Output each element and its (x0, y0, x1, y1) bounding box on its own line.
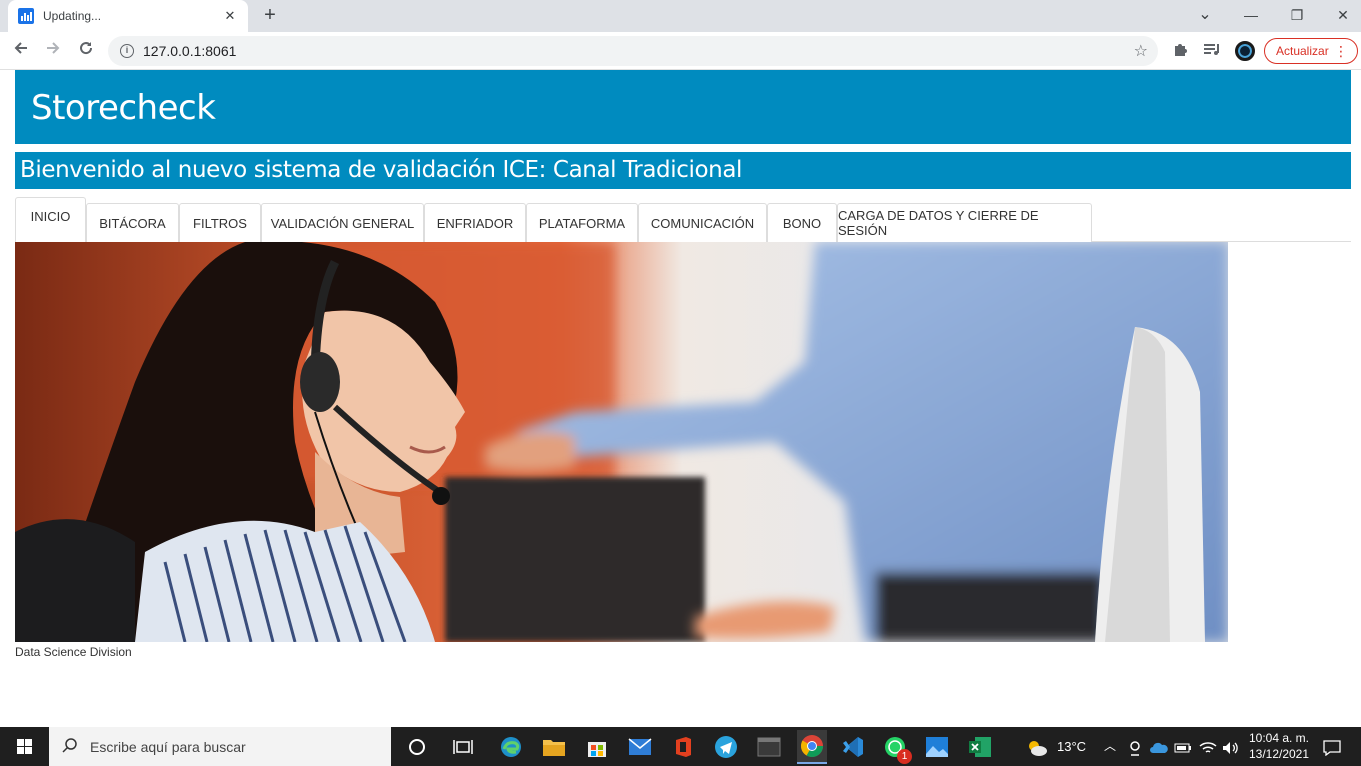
wifi-icon[interactable] (1199, 727, 1217, 766)
tray-meet-icon[interactable] (1128, 727, 1142, 766)
address-bar[interactable]: i 127.0.0.1:8061 ☆ (108, 36, 1158, 66)
reload-icon[interactable] (73, 38, 99, 64)
hero-image (15, 242, 1228, 642)
new-tab-button[interactable]: + (258, 4, 282, 28)
file-explorer-icon[interactable] (541, 734, 567, 760)
store-icon[interactable] (584, 734, 610, 760)
update-chrome-button[interactable]: Actualizar ⋮ (1264, 38, 1358, 64)
taskbar-clock[interactable]: 10:04 a. m. 13/12/2021 (1246, 730, 1312, 762)
whatsapp-icon[interactable]: 1 (882, 734, 912, 764)
tab-close-icon[interactable]: ✕ (222, 8, 238, 24)
tab-search-icon[interactable]: ⌄ (1182, 0, 1228, 32)
tray-chevron-icon[interactable]: ︿ (1104, 727, 1116, 766)
photos-icon[interactable] (924, 734, 950, 760)
browser-toolbar: i 127.0.0.1:8061 ☆ Actualizar ⋮ (0, 32, 1361, 70)
terminal-icon[interactable] (756, 734, 782, 760)
onedrive-icon[interactable] (1150, 727, 1168, 766)
weather-temp[interactable]: 13°C (1057, 727, 1086, 766)
tab-inicio[interactable]: INICIO (15, 197, 86, 242)
restore-button[interactable]: ❐ (1274, 0, 1320, 32)
site-info-icon[interactable]: i (120, 44, 134, 58)
telegram-icon[interactable] (713, 734, 739, 760)
windows-taskbar: Escribe aquí para buscar 1 13°C ︿ 10:04 … (0, 727, 1361, 766)
extensions-puzzle-icon[interactable] (1170, 41, 1190, 61)
excel-icon[interactable] (967, 734, 993, 760)
dash-favicon-icon (18, 8, 34, 24)
browser-tab[interactable]: Updating... ✕ (8, 0, 248, 32)
whatsapp-badge: 1 (897, 749, 912, 764)
forward-arrow-icon[interactable] (40, 38, 66, 64)
browser-tabstrip: Updating... ✕ + ⌄ — ❐ ✕ (0, 0, 1361, 32)
chrome-taskbar-icon[interactable] (797, 730, 827, 764)
mail-icon[interactable] (627, 734, 653, 760)
taskbar-search[interactable]: Escribe aquí para buscar (49, 727, 391, 766)
edge-icon[interactable] (498, 734, 524, 760)
tab-validacion-general[interactable]: VALIDACIÓN GENERAL (261, 203, 424, 242)
app-title: Storecheck (31, 88, 216, 128)
search-icon (62, 737, 78, 757)
tab-bono[interactable]: BONO (767, 203, 837, 242)
tab-carga-datos[interactable]: CARGA DE DATOS Y CIERRE DE SESIÓN (837, 203, 1092, 242)
menu-kebab-icon[interactable]: ⋮ (1334, 42, 1348, 60)
nav-tabs: INICIO BITÁCORA FILTROS VALIDACIÓN GENER… (15, 197, 1351, 242)
battery-icon[interactable] (1174, 727, 1192, 766)
tab-bitacora[interactable]: BITÁCORA (86, 203, 179, 242)
cortana-icon[interactable] (404, 734, 430, 760)
notification-icon[interactable] (1323, 727, 1341, 766)
minimize-button[interactable]: — (1228, 0, 1274, 32)
browser-tab-title: Updating... (43, 9, 102, 23)
back-arrow-icon[interactable] (8, 38, 34, 64)
tab-enfriador[interactable]: ENFRIADOR (424, 203, 526, 242)
windows-logo-icon (16, 739, 32, 754)
vscode-icon[interactable] (840, 734, 866, 760)
window-close-button[interactable]: ✕ (1320, 0, 1361, 32)
start-button[interactable] (0, 727, 48, 766)
update-button-label: Actualizar (1276, 44, 1329, 58)
page-content: Storecheck Bienvenido al nuevo sistema d… (0, 70, 1361, 727)
bookmark-star-icon[interactable]: ☆ (1134, 41, 1148, 61)
search-placeholder: Escribe aquí para buscar (90, 738, 246, 755)
weather-icon[interactable] (1026, 727, 1048, 766)
task-view-icon[interactable] (450, 734, 476, 760)
tab-plataforma[interactable]: PLATAFORMA (526, 203, 638, 242)
welcome-text: Bienvenido al nuevo sistema de validació… (20, 157, 743, 183)
app-header: Storecheck (15, 70, 1351, 144)
url-text: 127.0.0.1:8061 (143, 43, 237, 59)
reading-list-icon[interactable] (1202, 41, 1222, 61)
tab-filtros[interactable]: FILTROS (179, 203, 261, 242)
welcome-banner: Bienvenido al nuevo sistema de validació… (15, 152, 1351, 189)
footer-text: Data Science Division (15, 645, 132, 659)
tab-comunicacion[interactable]: COMUNICACIÓN (638, 203, 767, 242)
volume-icon[interactable] (1222, 727, 1240, 766)
clock-date: 13/12/2021 (1248, 747, 1310, 761)
profile-avatar-icon[interactable] (1235, 41, 1255, 61)
clock-time: 10:04 a. m. (1248, 731, 1310, 745)
office-icon[interactable] (670, 734, 696, 760)
